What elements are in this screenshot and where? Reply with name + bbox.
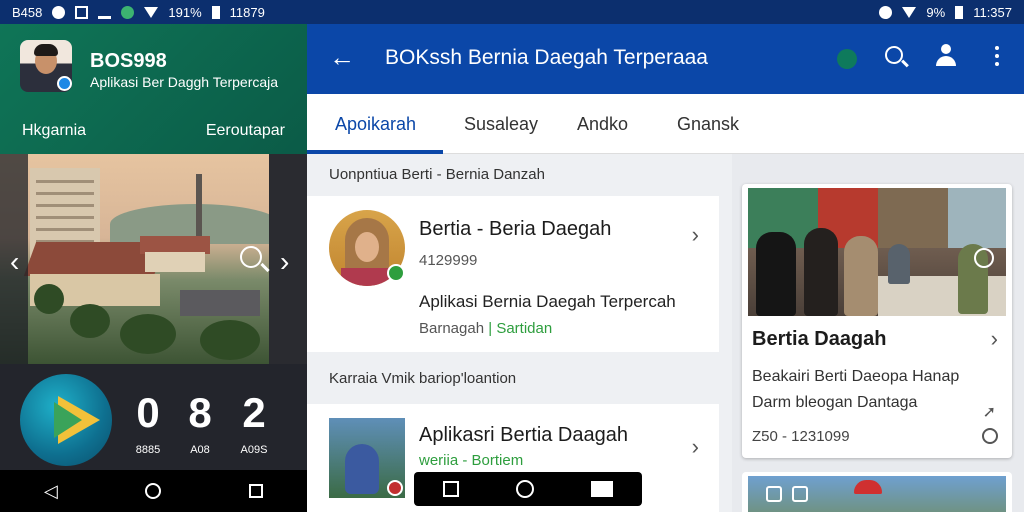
alarm-icon [879, 5, 893, 19]
search-icon[interactable] [885, 46, 903, 64]
section-header-1: Uonpntiua Berti - Bernia Danzah [329, 166, 545, 183]
more-vert-icon[interactable] [995, 46, 999, 66]
profile-header: BOS998 Aplikasi Ber Daggh Terpercaja Hkg… [0, 24, 307, 154]
radio-icon[interactable] [982, 428, 998, 444]
news-line-2: Darm bleogan Dantaga [752, 394, 918, 411]
card-meta: Barnagah | Sartidan [419, 320, 553, 337]
android-nav-bar: ◁ [0, 470, 307, 512]
card-number: 4129999 [419, 252, 478, 269]
verified-icon [57, 76, 72, 91]
status-time-left: B458 [12, 4, 43, 20]
profile-title: BOS998 [90, 50, 167, 72]
feed: Uonpntiua Berti - Bernia Danzah Bertia -… [307, 154, 732, 512]
status-bar: B458 191% 11879 9% 11:357 [0, 0, 1024, 24]
media-bar: 0 8885 8 A08 2 A09S [0, 364, 307, 470]
section-header-2: Karraia Vmik bariop'loantion [329, 370, 517, 387]
left-panel: BOS998 Aplikasi Ber Daggh Terpercaja Hkg… [0, 24, 307, 512]
alarm-icon [52, 5, 66, 19]
next-arrow-icon[interactable]: › [280, 246, 289, 278]
chevron-right-icon[interactable]: › [692, 222, 699, 248]
account-icon[interactable] [934, 44, 958, 68]
battery-icon [955, 5, 964, 19]
play-icon[interactable] [20, 374, 112, 466]
prev-arrow-icon[interactable]: ‹ [10, 246, 19, 278]
tab-bar: Apoikarah Susaleay Andko Gnansk [307, 94, 1024, 154]
zoom-icon[interactable] [240, 246, 262, 268]
list-item[interactable]: Bertia - Beria Daegah 4129999 Aplikasi B… [307, 196, 719, 352]
nav-link-left[interactable]: Hkgarnia [22, 122, 86, 140]
check-icon [387, 264, 405, 282]
side-column: Bertia Daagah › Beakairi Berti Daeopa Ha… [732, 154, 1024, 512]
status-clock-right: 11:357 [973, 4, 1012, 20]
chevron-right-icon[interactable]: › [692, 434, 699, 460]
chevron-right-icon[interactable]: › [991, 326, 998, 352]
nav-square-icon[interactable] [442, 481, 459, 497]
nav-home-icon[interactable] [145, 483, 162, 499]
news-line-1: Beakairi Berti Daeopa Hanap [752, 368, 960, 385]
profile-subtitle: Aplikasi Ber Daggh Terpercaja [90, 74, 279, 90]
battery-icon [211, 5, 220, 19]
nav-link-right[interactable]: Eeroutapar [206, 122, 285, 140]
news-card[interactable]: Bertia Daagah › Beakairi Berti Daeopa Ha… [742, 184, 1012, 458]
tab-1[interactable]: Apoikarah [335, 114, 416, 135]
message-icon [75, 5, 89, 19]
card-title: Aplikasri Bertia Daagah [419, 424, 628, 446]
nav-recents-icon[interactable] [591, 481, 614, 497]
square-icon [766, 486, 782, 502]
tab-2[interactable]: Susaleay [464, 114, 538, 135]
share-icon[interactable]: ➚ [983, 402, 996, 422]
location-icon [121, 5, 135, 19]
news-meta: Z50 - 1231099 [752, 428, 850, 445]
nav-home-icon[interactable] [515, 480, 534, 498]
news-photo [748, 188, 1006, 316]
stat-2: 8 A08 [188, 389, 212, 457]
app-bar-title: BOKssh Bernia Daegah Terperaaa [385, 46, 708, 69]
download-icon [98, 6, 112, 19]
news-card[interactable] [742, 472, 1012, 512]
status-clock-left: 11879 [229, 4, 265, 20]
tab-3[interactable]: Andko [577, 114, 628, 135]
wifi-icon [902, 6, 917, 18]
thumbnail [329, 418, 405, 498]
record-icon [387, 480, 403, 496]
play-icon[interactable] [974, 248, 994, 268]
hero-photo[interactable]: ‹ › [0, 154, 307, 364]
stat-3: 2 A09S [240, 389, 268, 457]
system-nav-bar [414, 472, 642, 506]
app-bar: ← BOKssh Bernia Daegah Terperaaa [307, 24, 1024, 94]
card-title: Bertia - Beria Daegah [419, 218, 612, 240]
card-subtitle: weriia - Bortiem [419, 452, 524, 469]
back-arrow-icon[interactable]: ← [329, 42, 355, 73]
status-battery-left: 191% [168, 4, 202, 20]
status-battery-right: 9% [926, 4, 946, 20]
tab-4[interactable]: Gnansk [677, 114, 739, 135]
card-desc: Aplikasi Bernia Daegah Terpercah [419, 292, 676, 311]
square-icon [792, 486, 808, 502]
wifi-icon [144, 6, 159, 18]
nav-back-icon[interactable]: ◁ [44, 481, 58, 502]
status-dot-icon [837, 49, 857, 69]
nav-recents-icon[interactable] [249, 484, 264, 498]
news-title: Bertia Daagah [752, 328, 887, 350]
stat-1: 0 8885 [135, 389, 161, 457]
